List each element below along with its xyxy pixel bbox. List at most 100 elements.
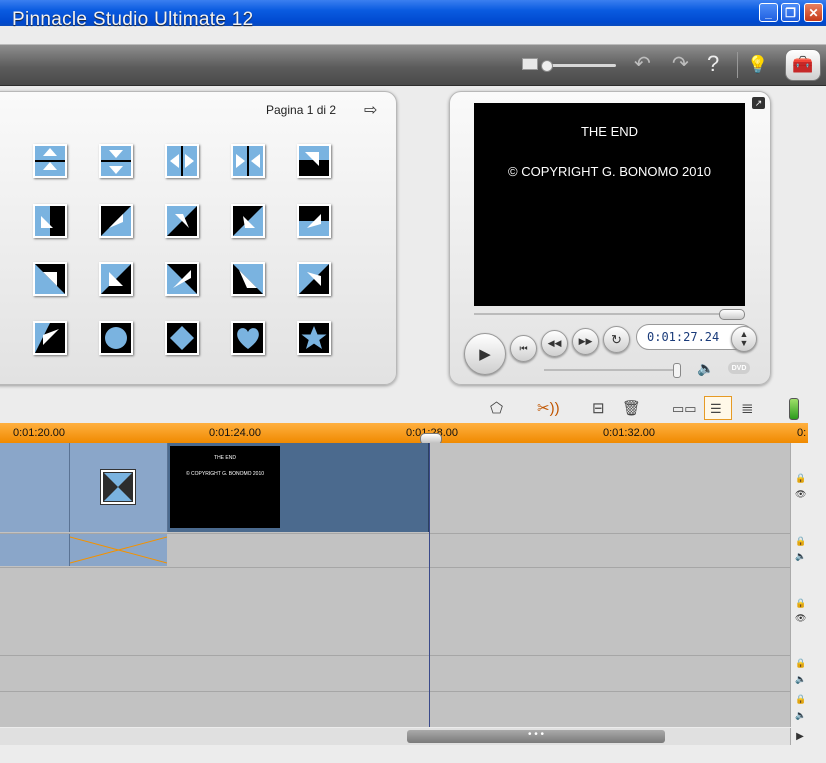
transition-diamond[interactable]	[165, 321, 199, 355]
clip-title-text: THE END	[214, 455, 236, 461]
scroll-right-button[interactable]: ▶	[790, 728, 809, 745]
transition-slide-up-left[interactable]	[33, 204, 67, 238]
hourglass-transition-icon	[100, 469, 136, 505]
marker-icon[interactable]: ⬠	[490, 400, 503, 418]
step-back-button[interactable]: ◀◀	[541, 330, 568, 357]
timeline-view-button[interactable]: ☰	[704, 396, 732, 420]
split-up-left-icon	[101, 264, 131, 294]
fast-forward-icon: ▶▶	[578, 336, 593, 346]
transition-diagonal-c[interactable]	[297, 262, 331, 296]
app-title: Pinnacle Studio Ultimate 12	[12, 9, 254, 30]
header-divider	[737, 52, 738, 78]
transition-slide-up-right[interactable]	[99, 204, 133, 238]
tick-label: 0:01:24.00	[209, 427, 261, 439]
loop-button[interactable]: ↻	[603, 326, 630, 353]
lock-icon[interactable]: 🔒	[795, 598, 806, 609]
lock-icon[interactable]: 🔒	[795, 658, 806, 669]
preview-screen[interactable]: THE END © COPYRIGHT G. BONOMO 2010	[474, 103, 745, 306]
playhead-line	[429, 443, 430, 727]
transition-diagonal-d[interactable]	[33, 321, 67, 355]
fullscreen-icon[interactable]: ↗	[752, 97, 765, 109]
scrollbar-thumb[interactable]: • • •	[407, 730, 665, 743]
transition-heart[interactable]	[231, 321, 265, 355]
track-divider	[0, 655, 790, 656]
help-icon[interactable]: ?	[707, 53, 719, 75]
transition-push-down[interactable]	[99, 144, 133, 178]
transition-expand-horizontal[interactable]	[231, 144, 265, 178]
transition-diagonal-a[interactable]	[165, 262, 199, 296]
dvd-button[interactable]: DVD	[728, 362, 750, 374]
heart-icon	[233, 323, 263, 353]
split-down-right-icon	[35, 264, 65, 294]
speaker-icon[interactable]: 🔈	[795, 674, 806, 685]
rewind-icon: ◀◀	[547, 338, 562, 348]
speaker-icon[interactable]: 🔈	[697, 360, 714, 377]
transition-slide-down-right[interactable]	[297, 144, 331, 178]
rewind-to-start-button[interactable]: ⏮	[510, 335, 537, 362]
transition-circle[interactable]	[99, 321, 133, 355]
step-forward-button[interactable]: ▶▶	[572, 328, 599, 355]
play-icon: ▶	[479, 346, 491, 363]
push-down-icon	[101, 146, 131, 176]
transition-split-up-left[interactable]	[99, 262, 133, 296]
transition-squeeze-horizontal[interactable]	[165, 144, 199, 178]
storyboard-view-icon[interactable]: ▭▭	[672, 400, 697, 418]
restore-button[interactable]: ❐	[781, 3, 800, 22]
diagonal-a-icon	[167, 264, 197, 294]
transition-star[interactable]	[297, 321, 331, 355]
zoom-icon	[522, 58, 538, 70]
speaker-icon[interactable]: 🔈	[795, 551, 806, 562]
star-icon	[299, 323, 329, 353]
redo-icon[interactable]: ↷	[672, 54, 689, 74]
audio-transition[interactable]	[69, 534, 168, 566]
transition-diagonal-b[interactable]	[231, 262, 265, 296]
volume-knob[interactable]	[672, 363, 681, 378]
app-header	[0, 44, 826, 86]
transition-slide-down-left[interactable]	[165, 204, 199, 238]
transition-push-up[interactable]	[33, 144, 67, 178]
timecode-stepper[interactable]: ▲ ▼	[731, 326, 757, 352]
trash-icon[interactable]: 🗑	[622, 400, 641, 418]
zoom-slider[interactable]	[544, 64, 616, 67]
transition-wipe-down-right[interactable]	[231, 204, 265, 238]
audio-clip[interactable]	[0, 534, 70, 566]
lock-icon[interactable]: 🔒	[795, 694, 806, 705]
slide-down-right-icon	[299, 146, 329, 176]
toolbox-button[interactable]: 🧰	[785, 49, 821, 81]
play-button[interactable]: ▶	[464, 333, 506, 375]
speaker-icon[interactable]: 🔈	[795, 710, 806, 721]
lightbulb-icon[interactable]: 💡	[747, 55, 768, 75]
zoom-slider-knob[interactable]	[541, 60, 553, 72]
eye-icon[interactable]: 👁	[795, 613, 806, 624]
diagonal-b-icon	[233, 264, 263, 294]
diagonal-c-icon	[299, 264, 329, 294]
scrub-knob[interactable]	[718, 309, 745, 320]
page-label: Pagina 1 di 2	[266, 103, 337, 117]
scroll-grip: • • •	[527, 729, 545, 740]
preview-copyright: © COPYRIGHT G. BONOMO 2010	[508, 164, 711, 179]
timeline-ruler[interactable]	[0, 423, 808, 444]
text-view-icon[interactable]: ≣	[741, 400, 754, 418]
lock-icon[interactable]: 🔒	[795, 536, 806, 547]
loop-icon: ↻	[611, 331, 622, 347]
close-button[interactable]: ✕	[804, 3, 823, 22]
diamond-icon	[167, 323, 197, 353]
timeline-scrollbar[interactable]	[0, 728, 808, 745]
transition-wipe-up-right[interactable]	[297, 204, 331, 238]
next-page-icon[interactable]: ⇨	[364, 100, 377, 120]
lock-icon[interactable]: 🔒	[795, 473, 806, 484]
minimize-button[interactable]: _	[759, 3, 778, 22]
transition-split-down-right[interactable]	[33, 262, 67, 296]
wipe-up-right-icon	[299, 206, 329, 236]
slide-up-left-icon	[35, 206, 65, 236]
push-up-icon	[35, 146, 65, 176]
undo-icon[interactable]: ↶	[634, 54, 651, 74]
transition-clip[interactable]	[70, 443, 168, 532]
volume-slider[interactable]	[544, 369, 680, 371]
eye-icon[interactable]: 👁	[795, 489, 806, 500]
split-clip-icon[interactable]: ⊟	[592, 400, 605, 418]
razor-icon[interactable]: ✂))	[537, 400, 560, 418]
scrub-track[interactable]	[474, 313, 744, 315]
video-clip[interactable]	[0, 443, 70, 532]
title-clip[interactable]: THE END © COPYRIGHT G. BONOMO 2010	[168, 443, 429, 532]
